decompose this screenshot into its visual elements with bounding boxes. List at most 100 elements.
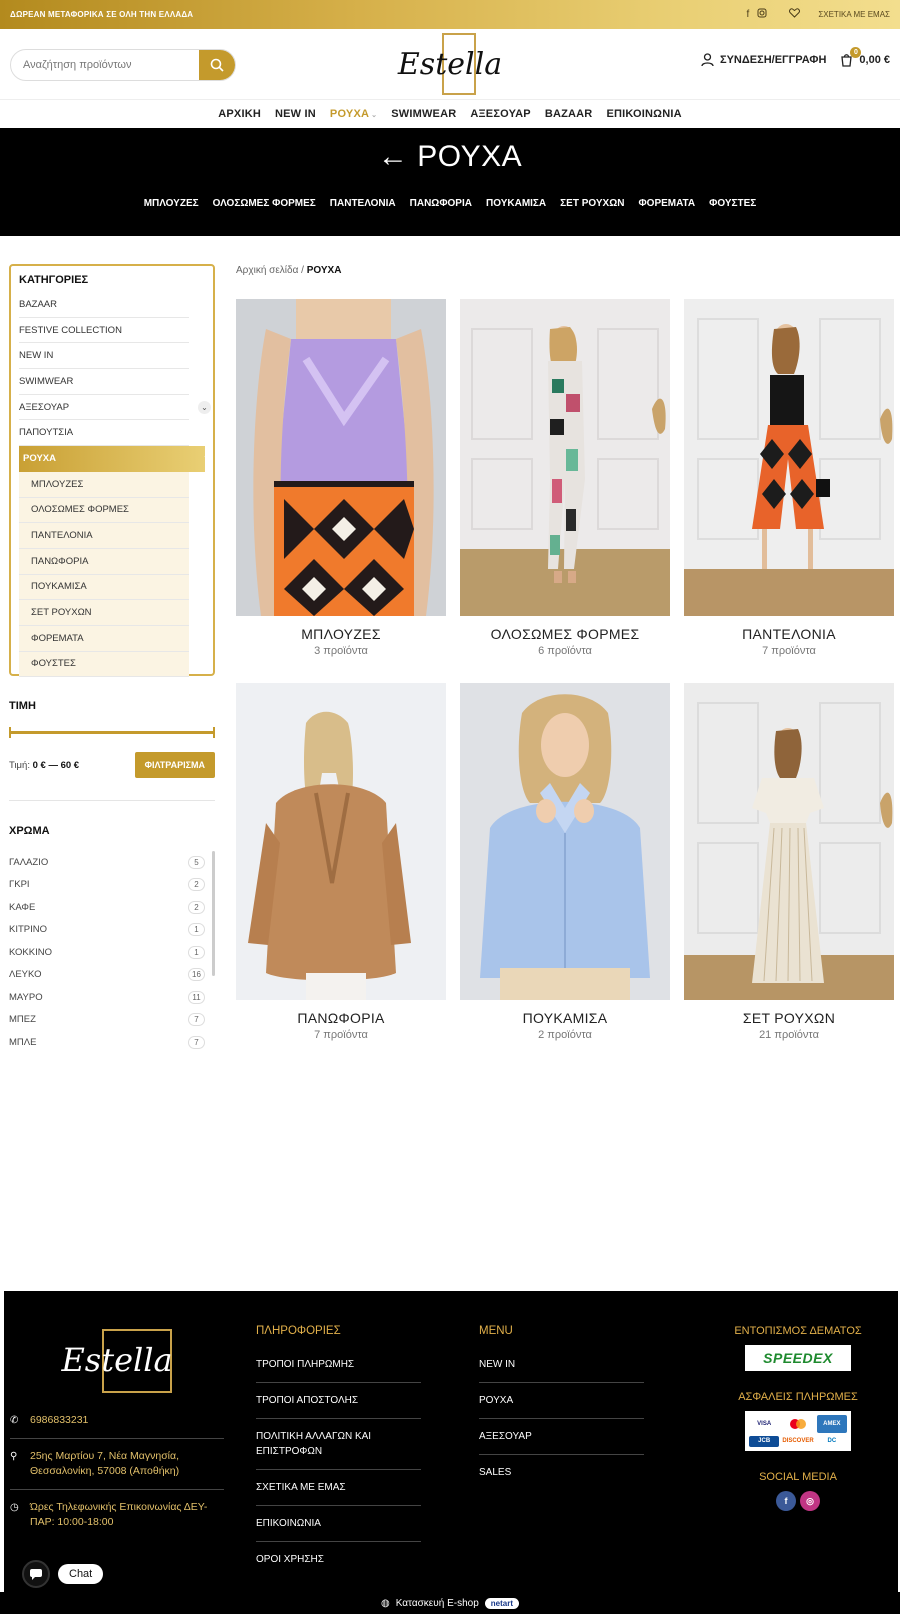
- color-list-scrollbar[interactable]: [212, 851, 215, 976]
- filter-button[interactable]: ΦΙΛΤΡΑΡΙΣΜΑ: [134, 752, 215, 778]
- sidebar-item-festive[interactable]: FESTIVE COLLECTION: [19, 318, 189, 344]
- color-option[interactable]: ΚΑΦΕ 2: [9, 896, 215, 919]
- color-count: 16: [188, 968, 205, 982]
- search-button[interactable]: [199, 50, 235, 80]
- color-option[interactable]: ΜΠΕΖ 7: [9, 1009, 215, 1032]
- instagram-icon[interactable]: ◎: [800, 1491, 820, 1511]
- category-card-trousers[interactable]: ΠΑΝΤΕΛΟΝΙΑ 7 προϊόντα: [684, 299, 894, 657]
- footer-link[interactable]: ΕΠΙΚΟΙΝΩΝΙΑ: [256, 1506, 421, 1542]
- category-image[interactable]: [236, 299, 446, 616]
- payment-methods: VISA AMEX JCB DISCOVER DC: [745, 1411, 851, 1451]
- category-image[interactable]: [460, 683, 670, 1000]
- price-slider-max-handle[interactable]: [213, 727, 215, 738]
- price-slider[interactable]: [9, 726, 215, 740]
- sidebar-subitem-blouses[interactable]: ΜΠΛΟΥΖΕΣ: [19, 471, 189, 498]
- category-image[interactable]: [460, 299, 670, 616]
- category-name[interactable]: ΟΛΟΣΩΜΕΣ ΦΟΡΜΕΣ: [460, 626, 670, 642]
- category-card-blouses[interactable]: ΜΠΛΟΥΖΕΣ 3 προϊόντα: [236, 299, 446, 657]
- category-name[interactable]: ΜΠΛΟΥΖΕΣ: [236, 626, 446, 642]
- category-image[interactable]: [684, 299, 894, 616]
- sidebar-item-clothes[interactable]: ΡΟΥΧΑ ⌃: [19, 446, 210, 472]
- chat-widget[interactable]: Chat: [22, 1560, 104, 1588]
- hero-subcat-sets[interactable]: ΣΕΤ ΡΟΥΧΩΝ: [560, 198, 624, 209]
- color-option[interactable]: ΛΕΥΚΟ 16: [9, 964, 215, 987]
- category-image[interactable]: [684, 683, 894, 1000]
- footer-logo[interactable]: Estella: [52, 1329, 182, 1399]
- footer-link[interactable]: ΑΞΕΣΟΥΑΡ: [479, 1419, 644, 1455]
- hero-subcat-skirts[interactable]: ΦΟΥΣΤΕΣ: [709, 198, 756, 209]
- page-title[interactable]: ← ΡΟΥΧΑ: [0, 140, 900, 174]
- chat-label[interactable]: Chat: [58, 1564, 104, 1584]
- netart-logo[interactable]: netart: [484, 1597, 519, 1609]
- color-option[interactable]: ΓΚΡΙ 2: [9, 874, 215, 897]
- site-logo[interactable]: Estella: [390, 31, 510, 97]
- hero-subcat-outerwear[interactable]: ΠΑΝΩΦΟΡΙΑ: [410, 198, 472, 209]
- category-name[interactable]: ΣΕΤ ΡΟΥΧΩΝ: [684, 1010, 894, 1026]
- footer-link[interactable]: ΤΡΟΠΟΙ ΠΛΗΡΩΜΗΣ: [256, 1347, 421, 1383]
- color-count: 1: [188, 923, 205, 937]
- sidebar-subitem-trousers[interactable]: ΠΑΝΤΕΛΟΝΙΑ: [19, 523, 189, 549]
- color-option[interactable]: ΚΟΚΚΙΝΟ 1: [9, 941, 215, 964]
- nav-item-new-in[interactable]: NEW IN: [275, 108, 316, 120]
- price-slider-min-handle[interactable]: [9, 727, 11, 738]
- sidebar-subitem-jumpsuits[interactable]: ΟΛΟΣΩΜΕΣ ΦΟΡΜΕΣ: [19, 497, 189, 524]
- login-link[interactable]: ΣΥΝΔΕΣΗ/ΕΓΓΡΑΦΗ: [701, 53, 826, 67]
- footer-link[interactable]: SALES: [479, 1455, 644, 1490]
- footer-phone[interactable]: ✆ 6986833231: [10, 1403, 224, 1439]
- color-name: ΚΙΤΡΙΝΟ: [9, 924, 48, 936]
- nav-item-clothes[interactable]: ΡΟΥΧΑ ⌄: [330, 108, 377, 120]
- nav-item-swimwear[interactable]: SWIMWEAR: [391, 108, 456, 120]
- category-name[interactable]: ΠΑΝΩΦΟΡΙΑ: [236, 1010, 446, 1026]
- category-card-outerwear[interactable]: ΠΑΝΩΦΟΡΙΑ 7 προϊόντα: [236, 683, 446, 1041]
- sidebar-item-accessories[interactable]: ΑΞΕΣΟΥΑΡ ⌄: [19, 395, 211, 421]
- footer-link[interactable]: ΠΟΛΙΤΙΚΗ ΑΛΛΑΓΩΝ ΚΑΙ ΕΠΙΣΤΡΟΦΩΝ: [256, 1419, 421, 1470]
- sidebar-subitem-shirts[interactable]: ΠΟΥΚΑΜΙΣΑ: [19, 574, 189, 601]
- color-option[interactable]: ΜΠΛΕ 7: [9, 1031, 215, 1051]
- hero-subcat-trousers[interactable]: ΠΑΝΤΕΛΟΝΙΑ: [330, 198, 396, 209]
- sidebar-subitem-sets[interactable]: ΣΕΤ ΡΟΥΧΩΝ: [19, 600, 189, 626]
- facebook-icon[interactable]: f: [776, 1491, 796, 1511]
- hero-subcat-shirts[interactable]: ΠΟΥΚΑΜΙΣΑ: [486, 198, 546, 209]
- chat-bubble-icon[interactable]: [22, 1560, 50, 1588]
- chevron-up-icon[interactable]: ⌃: [200, 452, 213, 465]
- hero-subcat-jumpsuits[interactable]: ΟΛΟΣΩΜΕΣ ΦΟΡΜΕΣ: [213, 198, 316, 209]
- category-card-jumpsuits[interactable]: ΟΛΟΣΩΜΕΣ ΦΟΡΜΕΣ 6 προϊόντα: [460, 299, 670, 657]
- search-input[interactable]: Αναζήτηση προϊόντων: [11, 59, 199, 71]
- chevron-down-icon[interactable]: ⌄: [198, 400, 211, 414]
- footer-link[interactable]: ΤΡΟΠΟΙ ΑΠΟΣΤΟΛΗΣ: [256, 1383, 421, 1419]
- color-name: ΜΠΕΖ: [9, 1014, 36, 1026]
- category-image[interactable]: [236, 683, 446, 1000]
- footer-link[interactable]: NEW IN: [479, 1347, 644, 1383]
- sidebar-item-shoes[interactable]: ΠΑΠΟΥΤΣΙΑ: [19, 420, 189, 447]
- instagram-icon[interactable]: [757, 8, 767, 21]
- footer-link[interactable]: ΟΡΟΙ ΧΡΗΣΗΣ: [256, 1542, 421, 1577]
- category-card-shirts[interactable]: ΠΟΥΚΑΜΙΣΑ 2 προϊόντα: [460, 683, 670, 1041]
- sidebar-item-bazaar[interactable]: BAZAAR: [19, 292, 189, 318]
- footer-link[interactable]: ΡΟΥΧΑ: [479, 1383, 644, 1419]
- color-option[interactable]: ΚΙΤΡΙΝΟ 1: [9, 919, 215, 942]
- nav-item-accessories[interactable]: ΑΞΕΣΟΥΑΡ: [470, 108, 530, 120]
- category-name[interactable]: ΠΟΥΚΑΜΙΣΑ: [460, 1010, 670, 1026]
- sidebar-subitem-skirts[interactable]: ΦΟΥΣΤΕΣ: [19, 651, 189, 678]
- color-option[interactable]: ΓΑΛΑΖΙΟ 5: [9, 851, 215, 874]
- cart-button[interactable]: 0 0,00 €: [840, 47, 890, 67]
- sidebar-item-swimwear[interactable]: SWIMWEAR: [19, 369, 189, 395]
- color-option[interactable]: ΜΑΥΡΟ 11: [9, 986, 215, 1009]
- nav-item-contact[interactable]: ΕΠΙΚΟΙΝΩΝΙΑ: [606, 108, 681, 120]
- sidebar-subitem-outerwear[interactable]: ΠΑΝΩΦΟΡΙΑ: [19, 548, 189, 575]
- sidebar-item-label: ΠΑΝΩΦΟΡΙΑ: [31, 555, 89, 567]
- sidebar-subitem-dresses[interactable]: ΦΟΡΕΜΑΤΑ: [19, 625, 189, 652]
- footer-link[interactable]: ΣΧΕΤΙΚΑ ΜΕ ΕΜΑΣ: [256, 1470, 421, 1506]
- speedex-logo[interactable]: SPEEDEX: [745, 1345, 851, 1371]
- category-name[interactable]: ΠΑΝΤΕΛΟΝΙΑ: [684, 626, 894, 642]
- nav-item-bazaar[interactable]: BAZAAR: [545, 108, 593, 120]
- hero-subcat-blouses[interactable]: ΜΠΛΟΥΖΕΣ: [144, 198, 199, 209]
- breadcrumb-home[interactable]: Αρχική σελίδα: [236, 265, 298, 276]
- facebook-icon[interactable]: f: [747, 9, 750, 20]
- sidebar-item-new-in[interactable]: NEW IN: [19, 343, 189, 370]
- nav-item-home[interactable]: ΑΡΧΙΚΗ: [218, 108, 261, 120]
- hero-subcat-dresses[interactable]: ΦΟΡΕΜΑΤΑ: [638, 198, 695, 209]
- category-card-sets[interactable]: ΣΕΤ ΡΟΥΧΩΝ 21 προϊόντα: [684, 683, 894, 1041]
- about-link[interactable]: ΣΧΕΤΙΚΑ ΜΕ ΕΜΑΣ: [818, 10, 890, 19]
- heart-icon[interactable]: [789, 8, 801, 21]
